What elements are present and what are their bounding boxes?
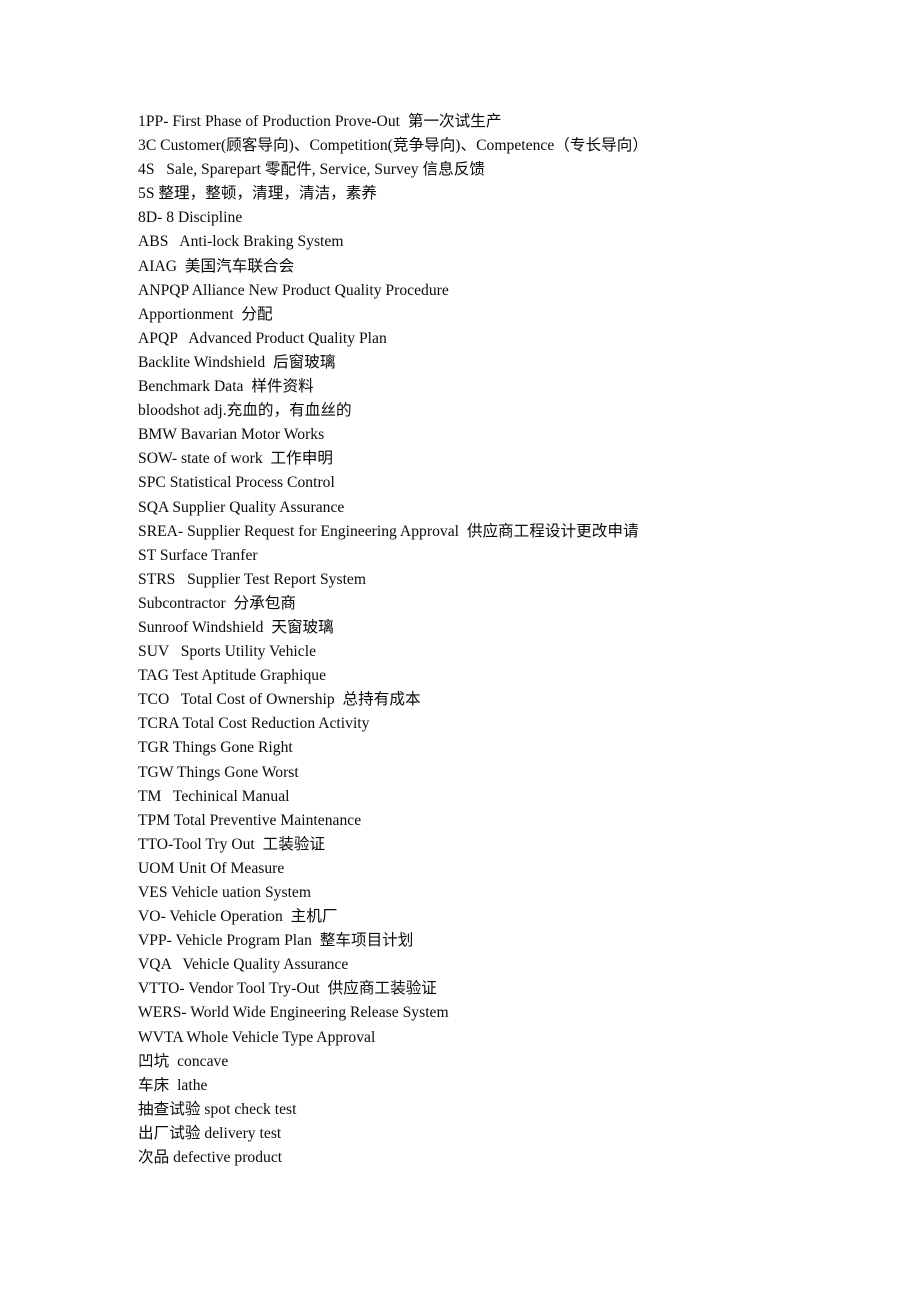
glossary-entry: 出厂试验 delivery test bbox=[138, 1124, 282, 1142]
glossary-entry: bloodshot adj.充血的，有血丝的 bbox=[138, 402, 352, 420]
glossary-entry: 1PP- First Phase of Production Prove-Out… bbox=[138, 113, 502, 130]
glossary-entry: Backlite Windshield 后窗玻璃 bbox=[138, 353, 336, 371]
document-body: 1PP- First Phase of Production Prove-Out… bbox=[138, 110, 838, 1170]
glossary-entry: 次品 defective product bbox=[138, 1149, 283, 1167]
glossary-entry: ABS Anti-lock Braking System bbox=[138, 233, 344, 251]
glossary-entry: Subcontractor 分承包商 bbox=[138, 594, 297, 612]
glossary-entry: SQA Supplier Quality Assurance bbox=[138, 498, 345, 516]
glossary-entry: VQA Vehicle Quality Assurance bbox=[138, 956, 349, 974]
glossary-entry: BMW Bavarian Motor Works bbox=[138, 426, 325, 444]
glossary-entry: 3C Customer(顾客导向)、Competition(竞争导向)、Comp… bbox=[138, 137, 648, 155]
glossary-entry: Sunroof Windshield 天窗玻璃 bbox=[138, 618, 334, 636]
document-page: 1PP- First Phase of Production Prove-Out… bbox=[0, 0, 920, 1302]
glossary-entry: SOW- state of work 工作申明 bbox=[138, 450, 333, 468]
glossary-entry: STRS Supplier Test Report System bbox=[138, 570, 367, 588]
glossary-entry: ANPQP Alliance New Product Quality Proce… bbox=[138, 281, 449, 299]
glossary-entry: ST Surface Tranfer bbox=[138, 546, 258, 564]
glossary-entry: WERS- World Wide Engineering Release Sys… bbox=[138, 1004, 449, 1022]
glossary-entry: SPC Statistical Process Control bbox=[138, 474, 335, 492]
glossary-entry: WVTA Whole Vehicle Type Approval bbox=[138, 1028, 376, 1046]
glossary-entry: TGW Things Gone Worst bbox=[138, 763, 299, 781]
glossary-entry: TGR Things Gone Right bbox=[138, 739, 293, 757]
glossary-entry: VTTO- Vendor Tool Try-Out 供应商工装验证 bbox=[138, 980, 437, 998]
glossary-entry: 5S 整理，整顿，清理，清洁，素养 bbox=[138, 185, 378, 203]
glossary-entry: TM Techinical Manual bbox=[138, 787, 290, 805]
glossary-entry: Apportionment 分配 bbox=[138, 305, 273, 323]
glossary-entry: TAG Test Aptitude Graphique bbox=[138, 667, 327, 685]
glossary-entry: VO- Vehicle Operation 主机厂 bbox=[138, 908, 338, 926]
glossary-entry: 车床 lathe bbox=[138, 1076, 208, 1094]
glossary-entry: APQP Advanced Product Quality Plan bbox=[138, 329, 387, 347]
glossary-entry: 4S Sale, Sparepart 零配件, Service, Survey … bbox=[138, 161, 485, 179]
glossary-entry: TCRA Total Cost Reduction Activity bbox=[138, 715, 370, 733]
glossary-entry: VES Vehicle uation System bbox=[138, 884, 312, 901]
glossary-entry: SUV Sports Utility Vehicle bbox=[138, 643, 317, 661]
glossary-entry: UOM Unit Of Measure bbox=[138, 859, 285, 877]
glossary-entry: 8D- 8 Discipline bbox=[138, 209, 243, 227]
glossary-entry: VPP- Vehicle Program Plan 整车项目计划 bbox=[138, 932, 414, 950]
glossary-entry: 抽查试验 spot check test bbox=[138, 1100, 297, 1118]
glossary-entry: TTO-Tool Try Out 工装验证 bbox=[138, 835, 326, 853]
glossary-entry: 凹坑 concave bbox=[138, 1052, 229, 1070]
glossary-entry: TPM Total Preventive Maintenance bbox=[138, 811, 362, 829]
glossary-entry: TCO Total Cost of Ownership 总持有成本 bbox=[138, 691, 421, 709]
glossary-list: 1PP- First Phase of Production Prove-Out… bbox=[138, 110, 838, 1170]
glossary-entry: AIAG 美国汽车联合会 bbox=[138, 257, 295, 275]
glossary-entry: Benchmark Data 样件资料 bbox=[138, 378, 314, 396]
glossary-entry: SREA- Supplier Request for Engineering A… bbox=[138, 522, 639, 540]
